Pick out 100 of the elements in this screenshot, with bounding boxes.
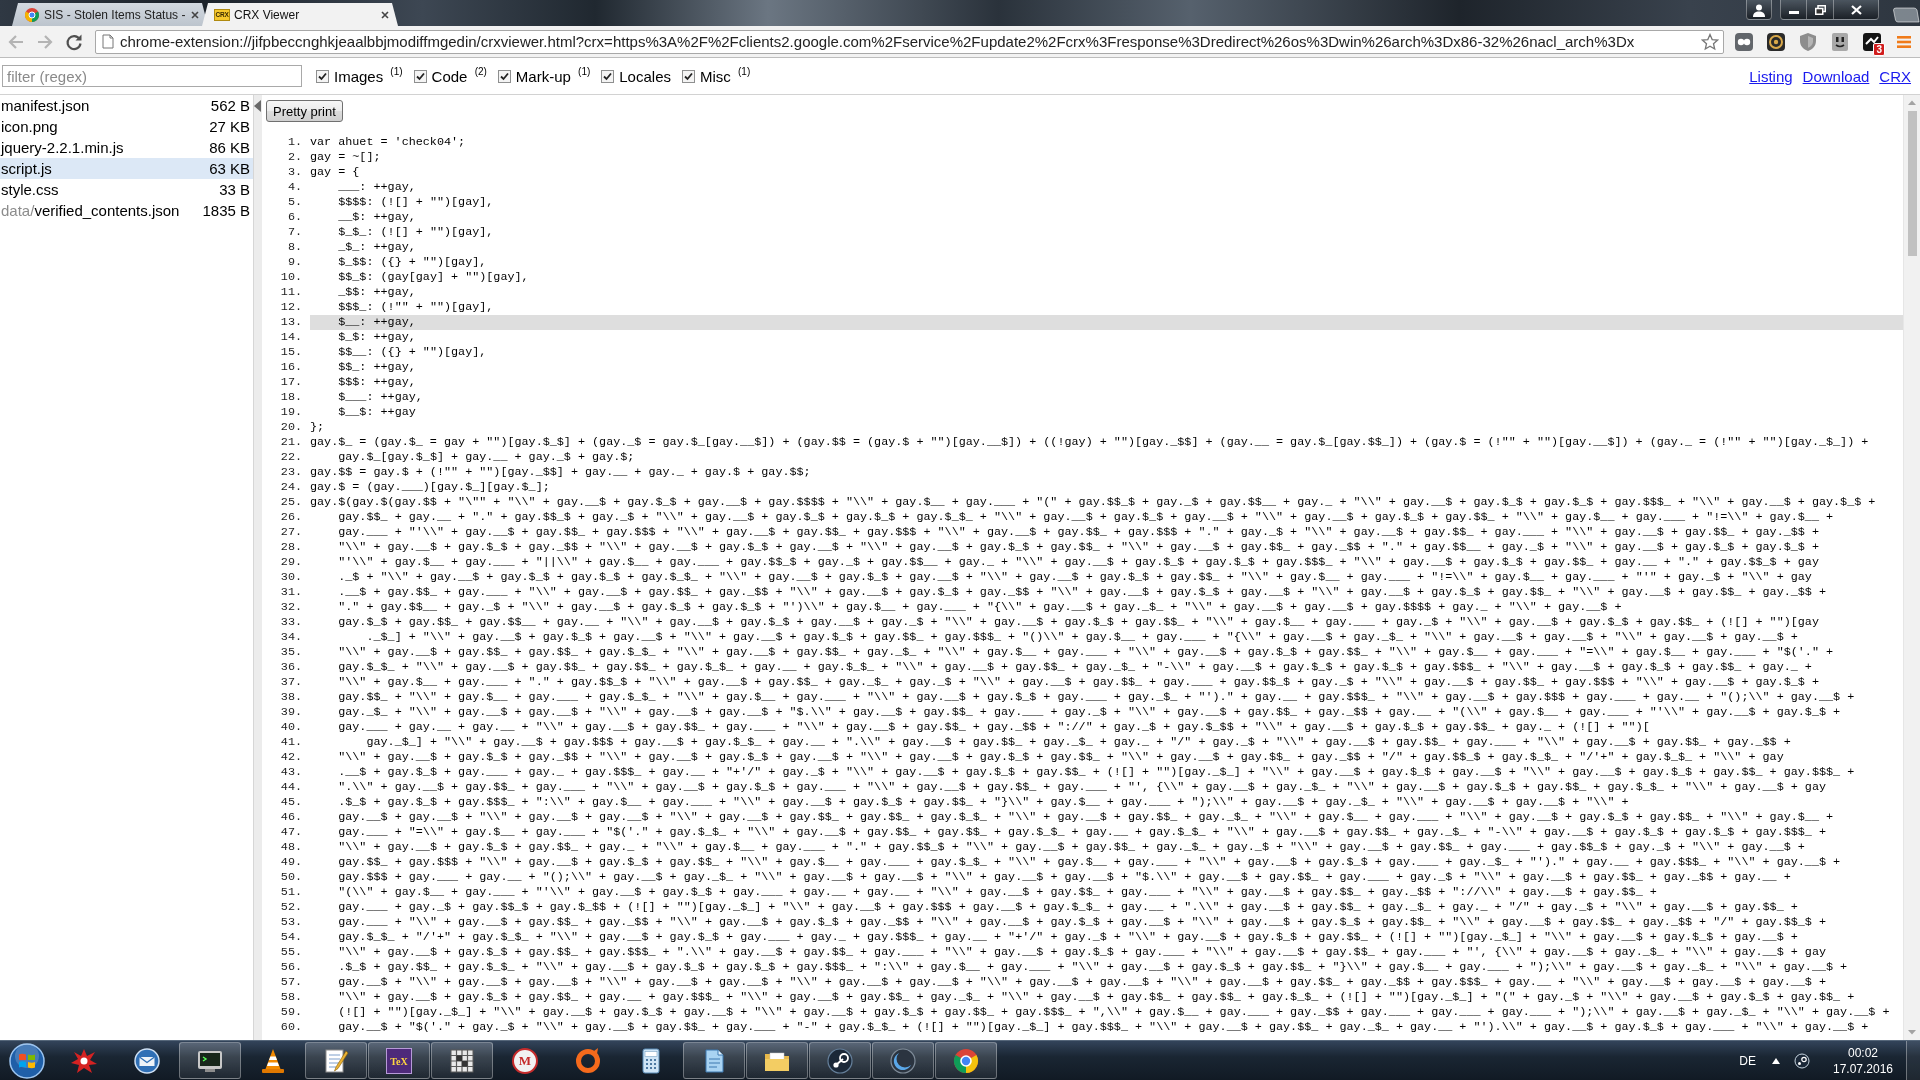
taskbar-button[interactable] (179, 1042, 241, 1079)
minimize-button[interactable] (1780, 0, 1807, 20)
code-line: "\\" + gay.__$ + gay.$_$ + gay._$$ + "\\" + gay.__$ + gay.$_$ + gay.__$ + "\\" + gay.__$ + gay.$_$ + gay.$$_ + "\\" + gay.__$ + gay.$$_ + gay._$$ + "." + gay.$$__ + gay._$ + "\\" + gay.__$ + gay.$_$ + gay.$_$ + (338, 540, 1819, 554)
scroll-thumb[interactable] (1907, 111, 1917, 256)
taskbar-button[interactable] (431, 1042, 493, 1079)
code-line: gay.$$_ + gay.__ + "." + gay.$$_$ + gay._$ + "\\" + gay.__$ + gay.$_$ + gay.$_$ + gay.$_$_ + "\\" + gay.__$ + gay.$_$ + gay.__$ + "\\" + gay.__$ + gay.$_$ + gay.$$_ + "\\" + gay.$__ + gay.___ + "!=\\" + gay.$__ + (338, 510, 1834, 524)
line-number: 39. (279, 705, 302, 720)
code-line: gay.$_$_ + "/'+" + gay.$_$_ + "\\" + gay.__$ + gay.$_$ + gay.___ + gay._ + gay.$$$_ + gay.__ + "+'/" + gay._$ + "\\" + gay.__$ + gay.$_$ + gay.$$_ + (![] + "")[gay._$_] + "\\" + gay.__$ + gay.$_$ + gay.__$ + (338, 930, 1798, 944)
file-item[interactable]: style.css 33 B (0, 179, 253, 200)
caret-left-icon[interactable] (254, 100, 261, 112)
caret-up-icon[interactable] (1772, 1057, 1780, 1064)
code-line: gay.$(gay.$(gay.$$ + "\"" + "\\" + gay.__$ + gay.$_$ + gay.__$ + gay.$$$$ + "\\" + gay.$__ + gay.___ + "(" + gay.$$_$ + gay._$ + gay.$$__ + gay._ + "\\" + gay.__$ + gay.$_$ + gay.$_$ + gay.$$$_ + "\\" + gay.__$ + gay.$_$ + (310, 495, 1876, 509)
code-line: "\\" + gay.__$ + gay.$_$ + gay.$$_ + gay._ + "\\" + gay.$__ + gay.___ + "." + gay.$$_$ + "\\" + gay.__$ + gay.$$_ + gay._$_ + gay._$ + "\\" + gay.__$ + gay.$$_ + gay.___ + gay.$$_$ + gay._$ + "\\" + gay.__$ + (338, 840, 1805, 854)
scrollbar[interactable] (1903, 95, 1920, 1040)
profile-button[interactable] (1746, 0, 1772, 20)
line-number: 52. (279, 900, 302, 915)
taskbar-button[interactable]: M (494, 1042, 556, 1079)
taskbar-button[interactable] (305, 1042, 367, 1079)
file-item[interactable]: script.js 63 KB (0, 158, 253, 179)
file-item[interactable]: data/verified_contents.json 1835 B (0, 200, 253, 221)
line-number: 19. (279, 405, 302, 420)
link[interactable]: CRX (1879, 67, 1911, 85)
taskbar-button[interactable] (746, 1042, 808, 1079)
code-line: gay._$_ + "\\" + gay.__$ + gay.__$ + "\\" + gay.__$ + gay.__$ + "$.\\" + gay.__$ + gay.$$_ + gay.___ + gay._$ + "\\" + gay.__$ + gay.$$_ + gay._$$ + gay.__ + "(\\" + gay.$__ + gay.___ + "'\\" + gay.__$ + gay.$_$ + (338, 705, 1841, 719)
circle-logo-icon (24, 6, 40, 23)
clock-time[interactable]: 00:02 (1848, 1044, 1878, 1061)
code-line: .__$ + gay.$$_ + gay.___ + "\\" + gay.__$ + gay.$$_ + gay._$$ + "\\" + gay.__$ + gay.$_$ + gay._$$ + "\\" + gay.__$ + gay.$_$ + gay.__$ + "\\" + gay.__$ + gay.$_$ + gay.$$_ + "\\" + gay.__$ + gay.$$_ + gay._$$ + (338, 585, 1826, 599)
star-icon[interactable] (1701, 32, 1719, 51)
line-number: 38. (279, 690, 302, 705)
checkbox-label[interactable]: Code $^{(2)}$ (431, 67, 487, 85)
code-line: $_$: ++gay, (338, 330, 416, 344)
file-item[interactable]: jquery-2.2.1.min.js 86 KB (0, 137, 253, 158)
line-number: 7. (286, 225, 302, 240)
start-button[interactable] (7, 1040, 47, 1080)
code-line: $___: ++gay, (338, 390, 423, 404)
restore-button[interactable] (1807, 0, 1834, 20)
code-line: "\\" + gay.__$ + gay.$_$ + gay.$$_ + gay.__ + gay.$$$_ + "\\" + gay.__$ + gay.$$_ + gay._$_ + "\\" + gay.__$ + gay.$$_ + gay.$$_ + gay.$_$_ + (![] + "")[gay._$_] + "(" + gay._$ + "\\" + gay.__$ + gay.$_$ + gay.$$_ + (338, 990, 1855, 1004)
eyes-tile-icon[interactable] (1734, 31, 1754, 52)
line-number: 32. (279, 600, 302, 615)
code-line: "'\\" + gay.$__ + gay.___ + "||\\" + gay.$__ + gay.___ + gay.$$_$ + gay._$ + gay.$$__ + gay._ + "\\" + gay.__$ + gay.$_$ + gay.$_$ + gay.$$$_ + "\\" + gay.__$ + gay.$_$ + gay.$$_ + gay.__ + "." + gay.$$_$ + gay (338, 555, 1819, 569)
line-number: 27. (279, 525, 302, 540)
code-line: $$$$: (![] + "")[gay], (338, 195, 494, 209)
checkbox-label[interactable]: Misc $^{(1)}$ (700, 67, 751, 85)
checkbox-label[interactable]: Images $^{(1)}$ (334, 67, 403, 85)
pretty-print-button[interactable]: Pretty print (266, 100, 343, 122)
code-line: gay = { (310, 165, 360, 179)
ring-tile-icon[interactable] (1766, 31, 1786, 52)
checkbox-label[interactable]: Mark-up $^{(1)}$ (515, 67, 591, 85)
code-line: .$_$ + gay.$$_ + gay.$_$_ + "\\" + gay.__$ + gay.$_$ + gay.$_$ + gay.$$$_ + ":\\" + gay.$__ + gay.___ + "\\" + gay.__$ + gay.$_$ + gay.$$_ + "}\\" + gay.$__ + gay.___ + ");\\" + gay.__$ + gay._$_ + "\\" + gay.__$ + (338, 960, 1848, 974)
line-number: 14. (279, 330, 302, 345)
mail-icon (133, 1046, 161, 1075)
file-item[interactable]: manifest.json 562 B (0, 95, 253, 116)
line-number: 22. (279, 450, 302, 465)
close-button[interactable] (1834, 0, 1879, 20)
code-line: gay.__$ + gay.__$ + "\\" + gay.__$ + gay.__$ + "\\" + gay.__$ + gay.$$_ + gay.$$_ + gay.$_$_ + "\\" + gay.__$ + gay.$$_ + gay._$_ + "\\" + gay.$__ + gay.___ + "\\" + gay.__$ + gay.$_$ + gay.$$_ + "\\" + gay.$__ + (338, 810, 1834, 824)
line-number: 48. (279, 840, 302, 855)
checkbox[interactable] (682, 69, 695, 83)
line-number: 49. (279, 855, 302, 870)
file-name: data/verified_contents.json (1, 202, 180, 219)
link[interactable]: Listing (1749, 67, 1793, 85)
show-desktop-button[interactable] (1906, 1041, 1920, 1080)
close-icon[interactable] (191, 10, 199, 19)
code-line: _$$: ++gay, (338, 285, 416, 299)
filter-field[interactable]: filter (regex) (2, 65, 302, 87)
checkbox[interactable] (497, 69, 511, 83)
line-number: 47. (279, 825, 302, 840)
grid-icon (448, 1046, 476, 1075)
code-line: .__$ + gay.$_$ + gay.___ + gay._ + gay.$$$_ + gay.__ + "+'/" + gay._$ + "\\" + gay.__$ + gay.$_$ + gay.$$_ + (![] + "")[gay._$_] + "\\" + gay.__$ + gay.$_$ + gay.__$ + "\\" + gay.__$ + gay.$_$ + gay.$$_ + gay.$$$_ + (338, 765, 1855, 779)
taskbar-button[interactable] (683, 1042, 745, 1079)
face-tile-icon[interactable] (1830, 31, 1850, 52)
code-line: $$_$: (gay[gay] + "")[gay], (338, 270, 529, 284)
line-number: 15. (279, 345, 302, 360)
line-number: 37. (279, 675, 302, 690)
code-line: $__: ++gay, (338, 315, 416, 329)
restore-icon (1814, 4, 1826, 15)
line-number: 54. (279, 930, 302, 945)
clock-date[interactable]: 17.07.2016 (1832, 1060, 1894, 1077)
code-line: ___: ++gay, (338, 180, 416, 194)
file-name: jquery-2.2.1.min.js (1, 139, 124, 156)
shield-icon[interactable] (1799, 31, 1817, 52)
disc-icon[interactable] (1794, 1052, 1810, 1069)
code-line: "(\\" + gay.$__ + gay.___ + "'\\" + gay.__$ + gay.$_$ + gay.___ + gay.__ + gay.__ + "\\" + gay.__$ + gay.$$_ + gay.___ + "\\" + gay.__$ + gay.$$_ + gay._$$ + "://\\" + gay.__$ + gay.$$_ + (338, 885, 1657, 899)
page-icon (102, 34, 114, 49)
new-tab-button[interactable] (1892, 7, 1920, 23)
code-line: gay.$_$ + gay.$$_ + gay.$$__ + gay.__ + "\\" + gay.__$ + gay.$_$ + gay.__$ + gay._$ + "\\" + gay.__$ + gay.$_$ + gay.$$_ + "\\" + gay.$__ + gay.___ + gay._$ + "\\" + gay.__$ + gay.$_$ + gay.$$_ + (![] + "")[gay (338, 615, 1819, 629)
taskbar-button[interactable] (935, 1042, 997, 1079)
checkbox[interactable] (316, 69, 329, 83)
close-icon[interactable] (381, 10, 389, 19)
link[interactable]: Download (1802, 67, 1870, 85)
line-number: 41. (279, 735, 302, 750)
checkbox[interactable] (601, 69, 615, 83)
checkbox-label[interactable]: Locales (619, 67, 671, 85)
taskbar-button[interactable]: TeX (368, 1042, 430, 1079)
code-line: gay.$$ = gay.$ + (!"" + "")[gay._$$] + gay.__ + gay._ + gay.$ + gay.$$; (310, 465, 811, 479)
taskbar-button[interactable] (809, 1042, 871, 1079)
language-indicator[interactable]: DE (1739, 1053, 1756, 1068)
file-item[interactable]: icon.png 27 KB (0, 116, 253, 137)
checkbox[interactable] (413, 69, 427, 83)
address-field[interactable]: chrome-extension://jifpbeccnghkjeaalbbjmodiffmgedin/crxviewer.html?crx=https%3A%2F%2Fclients2.google.com%2Fservice%2Fupdate2%2Fcrx%3Fresponse%3Dredirect%26os%3Dwin%26arch%3Dx86-32%26nacl_arch%3Dx (95, 29, 1724, 54)
chart-tile-icon[interactable] (1862, 31, 1882, 52)
